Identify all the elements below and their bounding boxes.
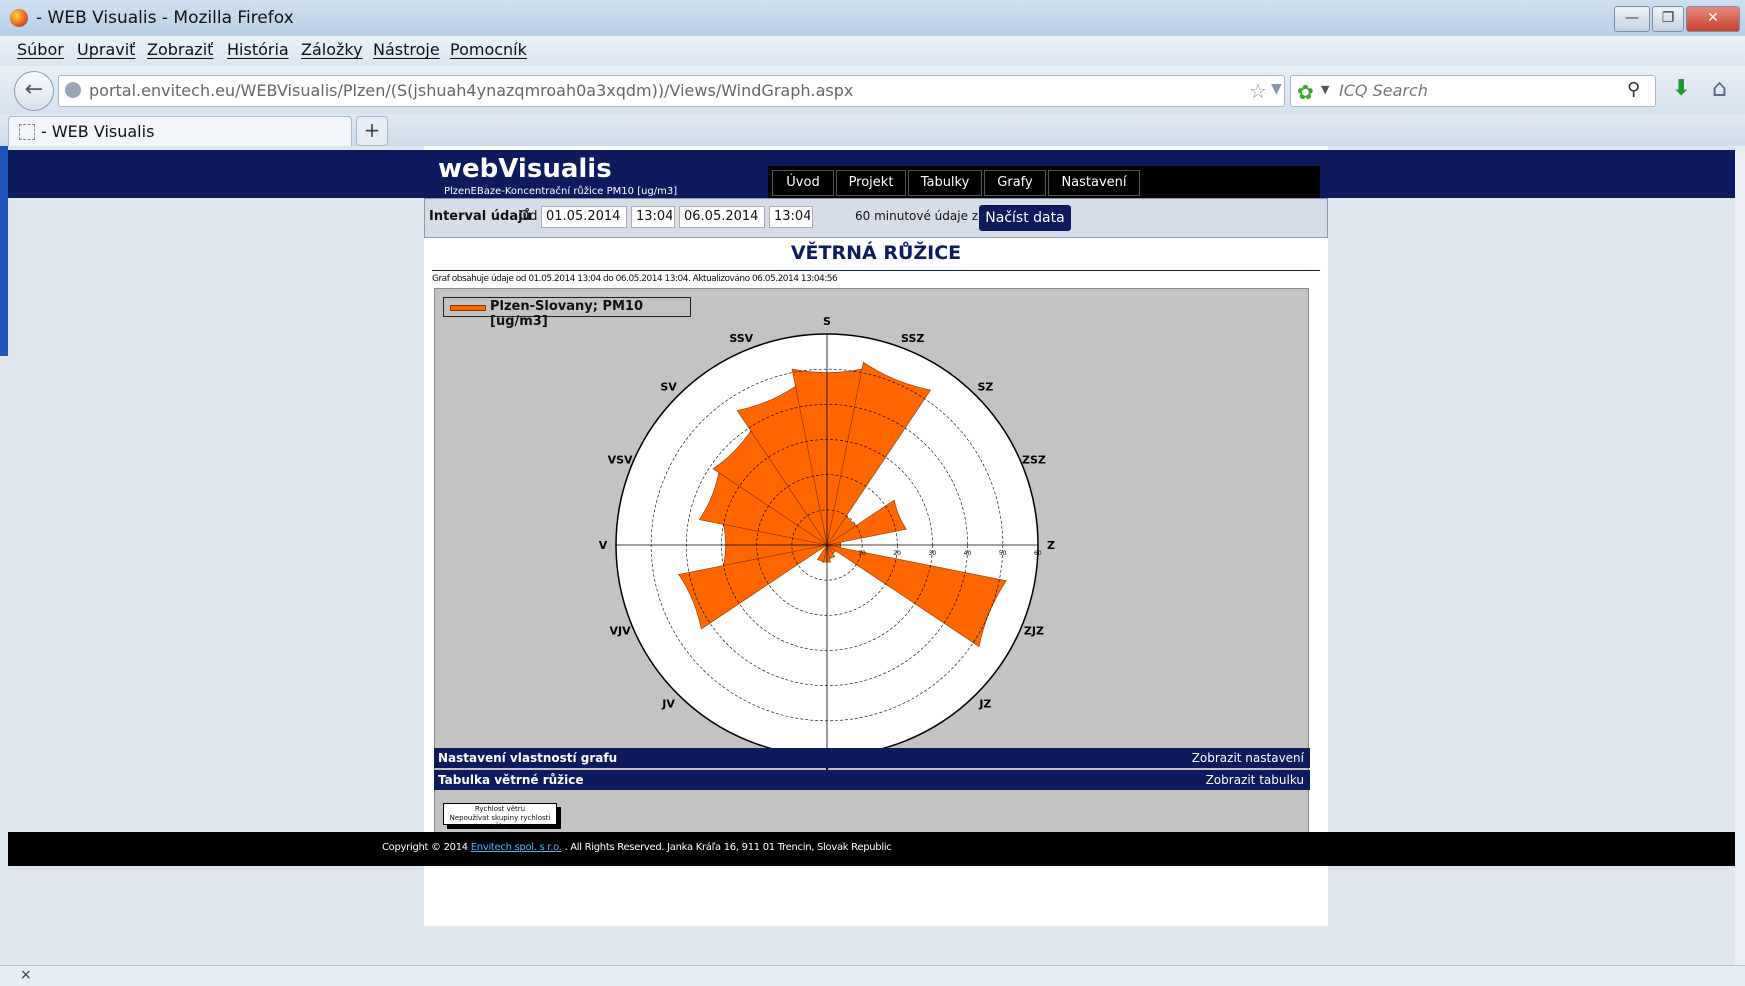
rose-direction-label: Z <box>1047 539 1055 552</box>
download-arrow-icon[interactable]: ⬇ <box>1672 76 1690 101</box>
legend-swatch <box>450 305 486 311</box>
rose-direction-label: V <box>599 539 608 552</box>
wind-speed-box[interactable]: Rychlost větru Nepoužívat skupiny rychlo… <box>443 803 557 830</box>
rose-direction-label: SV <box>660 381 677 394</box>
graph-settings-bar[interactable]: Nastavení vlastností grafu Zobrazit nast… <box>434 748 1310 768</box>
show-settings-link[interactable]: Zobrazit nastavení <box>1192 751 1304 765</box>
rose-direction-label: SSV <box>729 332 753 345</box>
home-icon[interactable]: ⌂ <box>1712 74 1727 102</box>
rose-direction-label: S <box>823 315 831 328</box>
nav-projekt[interactable]: Projekt <box>836 170 906 196</box>
rose-table-title: Tabulka větrné růžice <box>438 773 584 787</box>
page-icon <box>19 124 35 140</box>
vertical-scrollbar[interactable] <box>1735 146 1745 965</box>
title-divider <box>432 270 1320 271</box>
footer-company-link[interactable]: Envitech spol. s r.o. <box>471 842 562 853</box>
rose-direction-label: ZJZ <box>1024 625 1044 638</box>
title-bar: - WEB Visualis - Mozilla Firefox — ❐ ✕ <box>0 0 1745 36</box>
tab-bar: - WEB Visualis + <box>0 114 1745 147</box>
wind-speed-title: Rychlost větru <box>474 805 526 813</box>
chevron-down-icon[interactable]: ▼ <box>1321 83 1329 96</box>
nav-uvod[interactable]: Úvod <box>772 170 834 196</box>
menu-zobrazit[interactable]: Zobraziť <box>147 40 213 59</box>
window-title: - WEB Visualis - Mozilla Firefox <box>36 8 294 28</box>
rose-direction-label: VJV <box>609 625 631 638</box>
bookmark-star-icon[interactable]: ☆ <box>1249 79 1267 103</box>
rose-tick-label: 20 <box>893 550 901 557</box>
firefox-icon <box>10 9 28 27</box>
wind-speed-option[interactable]: Nepoužívat skupiny rychlosti větru <box>444 814 556 830</box>
rose-table-bar[interactable]: Tabulka větrné růžice Zobrazit tabulku <box>434 770 1310 790</box>
interval-label: Interval údajů <box>429 209 532 224</box>
from-time-input[interactable] <box>631 206 675 228</box>
interval-od-label: Od <box>519 209 538 224</box>
menu-pomocnik[interactable]: Pomocník <box>450 40 527 59</box>
chart-legend: Plzen-Slovany; PM10 [ug/m3] <box>443 297 691 329</box>
page-footer: Copyright © 2014 Envitech spol. s r.o. .… <box>8 832 1735 866</box>
rose-direction-label: JV <box>661 697 675 710</box>
close-window-button[interactable]: ✕ <box>1686 6 1740 32</box>
chevron-down-icon[interactable]: ▼ <box>1271 81 1282 97</box>
footer-copyright: Copyright © 2014 Envitech spol. s r.o. .… <box>382 842 892 853</box>
site-subtitle: PlzenEBaze-Koncentrační růžice PM10 [ug/… <box>444 186 678 197</box>
nav-tabulky[interactable]: Tabulky <box>908 170 982 196</box>
nav-nastaveni[interactable]: Nastavení <box>1048 170 1140 196</box>
legend-label: Plzen-Slovany; PM10 [ug/m3] <box>490 299 644 329</box>
page-viewport: webVisualis PlzenEBaze-Koncentrační růži… <box>8 146 1735 965</box>
icq-flower-icon[interactable]: ✿ <box>1297 80 1314 104</box>
rose-tick-label: 10 <box>858 550 866 557</box>
from-date-input[interactable] <box>541 206 627 228</box>
rose-tick-label: 50 <box>999 550 1007 557</box>
nav-grafy[interactable]: Grafy <box>984 170 1046 196</box>
rose-direction-label: JZ <box>978 697 991 710</box>
page-title: VĚTRNÁ RŮŽICE <box>790 242 962 264</box>
graph-info-text: Graf obsahuje údaje od 01.05.2014 13:04 … <box>432 274 838 284</box>
menu-zalozky[interactable]: Záložky <box>301 40 363 59</box>
url-text[interactable]: portal.envitech.eu/WEBVisualis/Plzen/(S(… <box>89 81 853 100</box>
rose-tick-label: 60 <box>1034 550 1042 557</box>
tab-web-visualis[interactable]: - WEB Visualis <box>8 116 352 147</box>
tab-label: - WEB Visualis <box>41 122 155 141</box>
interval-bar: Interval údajů Od 60 minutové údaje z da… <box>424 198 1328 238</box>
rose-tick-label: 30 <box>929 550 937 557</box>
load-data-button[interactable]: Načíst data <box>979 205 1071 231</box>
footer-prefix: Copyright © 2014 <box>382 842 468 853</box>
menu-historia[interactable]: História <box>227 40 289 59</box>
menu-upravit[interactable]: Upraviť <box>77 40 135 59</box>
restore-button[interactable]: ❐ <box>1652 6 1684 32</box>
graph-settings-title: Nastavení vlastností grafu <box>438 751 618 765</box>
rose-direction-label: SZ <box>977 381 993 394</box>
rose-direction-label: SSZ <box>901 332 924 345</box>
menu-bar: Súbor Upraviť Zobraziť História Záložky … <box>0 36 1745 66</box>
back-arrow-icon[interactable]: ← <box>14 71 54 111</box>
minimize-button[interactable]: — <box>1614 6 1650 32</box>
site-logo[interactable]: webVisualis <box>438 154 612 184</box>
search-input[interactable]: ICQ Search <box>1339 81 1428 100</box>
show-table-link[interactable]: Zobrazit tabulku <box>1206 773 1304 787</box>
search-icon[interactable]: ⚲ <box>1627 79 1640 100</box>
globe-icon <box>65 82 81 98</box>
url-bar[interactable]: portal.envitech.eu/WEBVisualis/Plzen/(S(… <box>58 75 1308 107</box>
rose-tick-label: 40 <box>964 550 972 557</box>
content-column: webVisualis PlzenEBaze-Koncentrační růži… <box>424 146 1328 926</box>
new-tab-button[interactable]: + <box>356 116 388 146</box>
to-date-input[interactable] <box>679 206 765 228</box>
footer-suffix: . All Rights Reserved. Janka Kráľa 16, 9… <box>564 842 892 853</box>
site-header: webVisualis PlzenEBaze-Koncentrační růži… <box>424 150 1328 198</box>
to-time-input[interactable] <box>769 206 813 228</box>
close-icon[interactable]: × <box>20 967 32 983</box>
navigation-toolbar: ← portal.envitech.eu/WEBVisualis/Plzen/(… <box>0 66 1745 114</box>
menu-nastroje[interactable]: Nástroje <box>373 40 440 59</box>
rose-direction-label: ZSZ <box>1022 453 1046 466</box>
main-nav: Úvod Projekt Tabulky Grafy Nastavení <box>768 166 1320 198</box>
status-bar: × <box>0 965 1745 986</box>
rose-direction-label: VSV <box>608 453 633 466</box>
menu-subor[interactable]: Súbor <box>17 40 64 59</box>
search-bar[interactable]: ✿ ▼ ICQ Search ⚲ <box>1290 75 1656 107</box>
